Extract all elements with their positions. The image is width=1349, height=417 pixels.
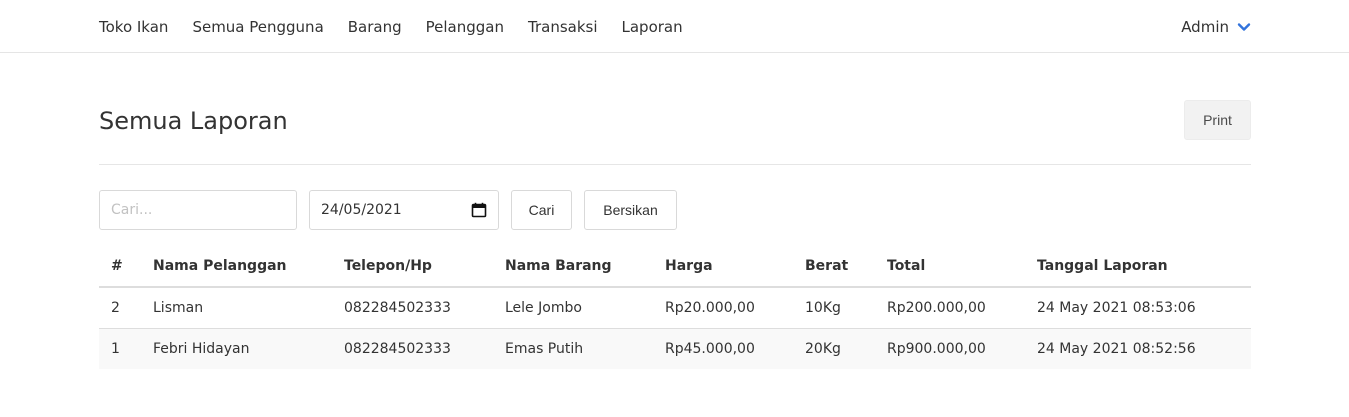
search-input[interactable] — [99, 190, 297, 230]
table-row: 1 Febri Hidayan 082284502333 Emas Putih … — [99, 328, 1251, 369]
nav-link-semua-pengguna[interactable]: Semua Pengguna — [192, 18, 323, 36]
nav-links: Toko Ikan Semua Pengguna Barang Pelangga… — [99, 0, 707, 53]
column-header: Total — [875, 246, 1025, 288]
user-menu[interactable]: Admin — [1181, 0, 1251, 53]
table-cell: 10Kg — [793, 287, 875, 329]
page-title: Semua Laporan — [99, 107, 288, 135]
table-cell: Rp900.000,00 — [875, 328, 1025, 369]
print-button[interactable]: Print — [1184, 100, 1251, 140]
top-navbar: Toko Ikan Semua Pengguna Barang Pelangga… — [0, 0, 1349, 53]
table-cell: 2 — [99, 287, 141, 329]
table-cell: Febri Hidayan — [141, 328, 332, 369]
table-cell: 082284502333 — [332, 328, 493, 369]
column-header: Nama Barang — [493, 246, 653, 288]
column-header: Harga — [653, 246, 793, 288]
column-header: Tanggal Laporan — [1025, 246, 1251, 288]
table-row: 2 Lisman 082284502333 Lele Jombo Rp20.00… — [99, 287, 1251, 329]
date-input[interactable]: 24/05/2021 — [309, 190, 499, 230]
clear-button[interactable]: Bersikan — [584, 190, 677, 230]
nav-link-transaksi[interactable]: Transaksi — [528, 18, 598, 36]
nav-link-pelanggan[interactable]: Pelanggan — [426, 18, 504, 36]
column-header: Nama Pelanggan — [141, 246, 332, 288]
table-cell: 24 May 2021 08:52:56 — [1025, 328, 1251, 369]
calendar-icon[interactable] — [471, 202, 487, 218]
table-cell: Rp20.000,00 — [653, 287, 793, 329]
chevron-down-icon — [1237, 22, 1251, 31]
date-value: 24/05/2021 — [321, 202, 402, 218]
table-cell: Rp45.000,00 — [653, 328, 793, 369]
column-header: # — [99, 246, 141, 288]
user-menu-label: Admin — [1181, 17, 1229, 36]
divider — [99, 164, 1251, 165]
column-header: Berat — [793, 246, 875, 288]
search-button[interactable]: Cari — [511, 190, 572, 230]
table-cell: 24 May 2021 08:53:06 — [1025, 287, 1251, 329]
nav-link-laporan[interactable]: Laporan — [622, 18, 683, 36]
nav-link-barang[interactable]: Barang — [348, 18, 402, 36]
table-cell: Lisman — [141, 287, 332, 329]
table-cell: 20Kg — [793, 328, 875, 369]
table-cell: 1 — [99, 328, 141, 369]
table-cell: Rp200.000,00 — [875, 287, 1025, 329]
column-header: Telepon/Hp — [332, 246, 493, 288]
table-cell: 082284502333 — [332, 287, 493, 329]
table-cell: Lele Jombo — [493, 287, 653, 329]
nav-brand[interactable]: Toko Ikan — [99, 18, 168, 36]
table-header-row: # Nama Pelanggan Telepon/Hp Nama Barang … — [99, 246, 1251, 288]
report-table: # Nama Pelanggan Telepon/Hp Nama Barang … — [99, 246, 1251, 369]
table-cell: Emas Putih — [493, 328, 653, 369]
